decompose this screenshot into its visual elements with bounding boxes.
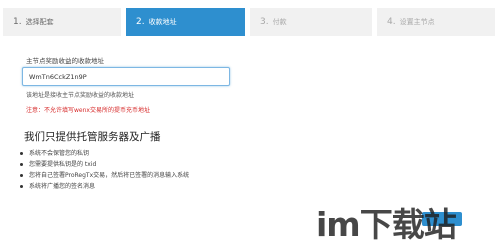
step-label: 付款 [272, 18, 287, 26]
step-progress: 1. 选择配套 2. 收款地址 3. 付款 4. 设置主节点 [0, 8, 498, 36]
step-label: 收款地址 [148, 18, 177, 26]
watermark-text: im下载站 [316, 205, 457, 242]
step-2-payout-address[interactable]: 2. 收款地址 [126, 8, 245, 36]
step-number: 2. [136, 17, 145, 27]
watermark: im下载站 [316, 198, 492, 242]
step-3-payment[interactable]: 3. 付款 [250, 8, 372, 36]
info-heading: 我们只提供托管服务器及广播 [24, 131, 161, 143]
payout-address-input[interactable] [22, 67, 230, 86]
step-4-setup-masternode[interactable]: 4. 设置主节点 [377, 8, 495, 36]
address-warning: 注意：不允许填写wenx交易所的提币充币地址 [26, 107, 150, 114]
list-item: 系统不会保管您的私钥 [20, 148, 189, 159]
list-item: 系统将广播您的签名消息 [20, 181, 189, 192]
address-hint: 该地址是接收主节点奖励收益的收款地址 [26, 92, 135, 99]
step-number: 3. [260, 17, 269, 27]
address-field-label: 主节点奖励收益的收款地址 [26, 57, 104, 65]
list-item: 您需要提供私钥是的 txid [20, 159, 189, 170]
info-list: 系统不会保管您的私钥 您需要提供私钥是的 txid 您将自己签署ProRegTx… [20, 148, 189, 192]
step-number: 1. [13, 17, 22, 27]
step-1-select-package[interactable]: 1. 选择配套 [3, 8, 121, 36]
list-item: 您将自己签署ProRegTx交易，然后将已签署的消息输入系统 [20, 170, 189, 181]
step-label: 选择配套 [25, 18, 54, 26]
step-number: 4. [387, 17, 396, 27]
step-label: 设置主节点 [399, 18, 435, 26]
